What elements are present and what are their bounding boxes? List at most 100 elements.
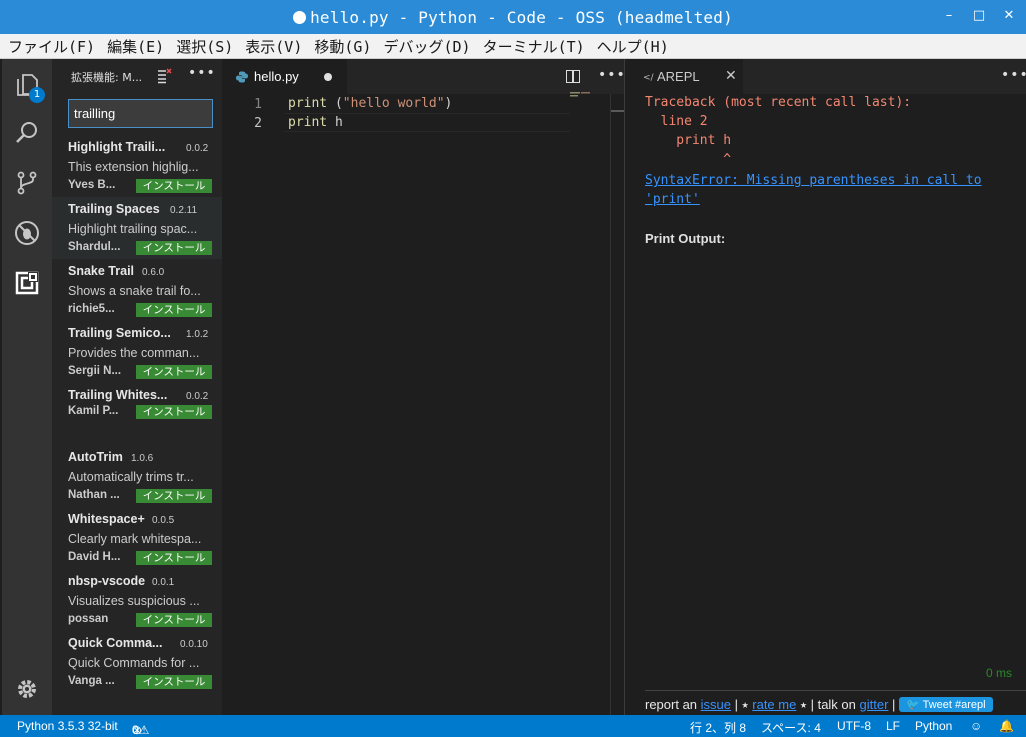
issue-link[interactable]: issue [701, 697, 731, 712]
tab-hello-py[interactable]: hello.py [222, 59, 347, 94]
extension-description: Quick Commands for ... [68, 656, 200, 670]
menu-terminal[interactable]: ターミナル(T) [483, 36, 585, 57]
install-button[interactable]: インストール [136, 365, 212, 379]
extension-item[interactable]: Snake Trail 0.6.0 Shows a snake trail fo… [52, 259, 222, 321]
extension-description: Highlight trailing spac... [68, 222, 198, 236]
extension-item[interactable]: Trailing Whites... 0.0.2 Kamil P... インスト… [52, 383, 222, 445]
gitter-link[interactable]: gitter [860, 697, 889, 712]
print-output-label: Print Output: [645, 231, 726, 246]
extension-description: Visualizes suspicious ... [68, 594, 200, 608]
extensions-button[interactable] [2, 259, 52, 307]
vscode-window: hello.py - Python - Code - OSS (headmelt… [0, 0, 1026, 737]
extension-version: 1.0.2 [186, 329, 209, 340]
status-bar: Python 3.5.3 32-bit ⊗ 0 ⚠ 0 行 2、列 8 スペース… [0, 715, 1026, 737]
split-editor-icon[interactable] [566, 70, 580, 83]
extension-item[interactable]: Quick Comma... 0.0.10 Quick Commands for… [52, 631, 222, 693]
extension-version: 1.0.6 [131, 453, 154, 464]
extension-author: Sergii N... [68, 365, 122, 377]
extension-item[interactable]: Highlight Traili... 0.0.2 This extension… [52, 135, 222, 197]
extension-version: 0.0.5 [152, 515, 175, 526]
debug-button[interactable] [2, 209, 52, 257]
activity-bar: 1 [2, 59, 52, 715]
extension-author: possan [68, 613, 109, 625]
menu-selection[interactable]: 選択(S) [176, 36, 233, 57]
install-button[interactable]: インストール [136, 613, 212, 627]
footer-separator: | ⭑ [731, 697, 753, 712]
traceback-line: line 2 [645, 114, 708, 129]
extension-author: Vanga ... [68, 675, 115, 687]
window-controls: – □ ✕ [942, 8, 1016, 23]
window-title: hello.py - Python - Code - OSS (headmelt… [0, 8, 1026, 27]
editor-scrollbar[interactable] [610, 94, 624, 715]
extension-search-input[interactable] [68, 99, 213, 128]
python-file-icon [236, 71, 248, 83]
editor-group: hello.py ••• 1 print ("hello world") 2 p… [222, 59, 626, 715]
install-button[interactable]: インストール [136, 551, 212, 565]
extension-item[interactable]: AutoTrim 1.0.6 Automatically trims tr...… [52, 445, 222, 507]
menu-file[interactable]: ファイル(F) [8, 36, 95, 57]
syntax-error-link[interactable]: SyntaxError: Missing parentheses in call… [645, 171, 1005, 209]
language-mode[interactable]: Python [915, 719, 952, 733]
menu-view[interactable]: 表示(V) [245, 36, 302, 57]
encoding-setting[interactable]: UTF-8 [837, 719, 871, 733]
install-button[interactable]: インストール [136, 241, 212, 255]
code-keyword: print [288, 96, 328, 111]
unsaved-indicator-icon[interactable] [324, 73, 332, 81]
install-button[interactable]: インストール [136, 179, 212, 193]
menu-debug[interactable]: デバッグ(D) [383, 36, 470, 57]
extension-item[interactable]: Trailing Semico... 1.0.2 Provides the co… [52, 321, 222, 383]
install-button[interactable]: インストール [136, 489, 212, 503]
extension-item[interactable]: Trailing Spaces 0.2.11 Highlight trailin… [52, 197, 222, 259]
extension-name: nbsp-vscode [68, 574, 146, 588]
cursor-position[interactable]: 行 2、列 8 [690, 719, 746, 736]
feedback-smiley-icon[interactable]: ☺ [970, 719, 982, 733]
indentation-setting[interactable]: スペース: 4 [761, 719, 821, 736]
rate-me-link[interactable]: rate me [752, 697, 796, 712]
tweet-button[interactable]: 🐦 Tweet #arepl [899, 697, 993, 712]
menu-go[interactable]: 移動(G) [314, 36, 371, 57]
notifications-bell-icon[interactable]: 🔔 [999, 719, 1014, 733]
minimize-button[interactable]: – [942, 8, 956, 23]
more-actions-icon[interactable]: ••• [188, 65, 216, 81]
manage-button[interactable] [2, 665, 52, 713]
extension-author: Nathan ... [68, 489, 120, 501]
close-tab-icon[interactable]: ✕ [725, 68, 737, 84]
extension-name: Quick Comma... [68, 636, 163, 650]
unsaved-dot-icon [293, 11, 307, 24]
report-text: report an [645, 697, 698, 712]
extension-name: Trailing Semico... [68, 326, 171, 340]
tab-arepl[interactable]: </ AREPL ✕ [625, 59, 743, 94]
extensions-icon [15, 271, 39, 295]
close-window-button[interactable]: ✕ [1002, 8, 1016, 23]
minimap[interactable] [570, 92, 610, 98]
install-button[interactable]: インストール [136, 675, 212, 689]
maximize-button[interactable]: □ [972, 8, 986, 23]
extension-name: Whitespace+ [68, 512, 145, 526]
editor-more-actions-icon[interactable]: ••• [598, 67, 626, 83]
python-interpreter[interactable]: Python 3.5.3 32-bit [17, 719, 118, 733]
install-button[interactable]: インストール [136, 405, 212, 419]
panel-more-actions-icon[interactable]: ••• [1001, 67, 1026, 83]
code-text: h [327, 115, 343, 130]
gear-icon [18, 680, 36, 698]
extension-name: Snake Trail [68, 264, 135, 278]
extension-name: Highlight Traili... [68, 140, 166, 154]
extension-version: 0.0.1 [152, 577, 175, 588]
git-branch-icon [17, 171, 37, 195]
eol-setting[interactable]: LF [886, 719, 900, 733]
code-area[interactable]: 1 print ("hello world") 2 print h [222, 92, 624, 715]
extension-item[interactable]: nbsp-vscode 0.0.1 Visualizes suspicious … [52, 569, 222, 631]
search-view-button[interactable] [2, 109, 52, 157]
extension-version: 0.0.2 [186, 143, 209, 154]
extension-item[interactable]: Whitespace+ 0.0.5 Clearly mark whitespa.… [52, 507, 222, 569]
menu-edit[interactable]: 編集(E) [107, 36, 164, 57]
install-button[interactable]: インストール [136, 303, 212, 317]
extension-name: AutoTrim [68, 450, 123, 464]
line-number: 1 [254, 97, 262, 112]
clear-extensions-icon[interactable] [156, 68, 172, 84]
extension-version: 0.6.0 [142, 267, 165, 278]
source-control-button[interactable] [2, 159, 52, 207]
explorer-button[interactable]: 1 [2, 61, 52, 109]
code-keyword: print [288, 115, 328, 130]
menu-help[interactable]: ヘルプ(H) [597, 36, 669, 57]
